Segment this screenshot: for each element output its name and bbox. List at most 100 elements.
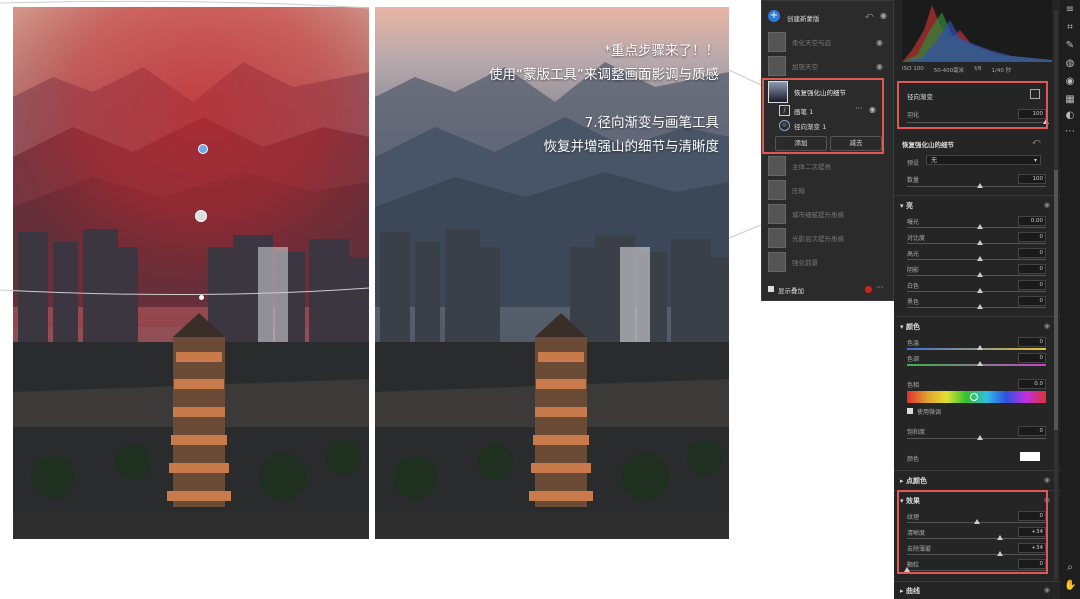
eye-icon[interactable]: ◉ [876, 62, 883, 71]
slider-knob [976, 256, 983, 261]
light-row-value[interactable]: 0 [1018, 280, 1046, 290]
eye-icon[interactable]: ◉ [876, 38, 883, 47]
temp-label: 色温 [907, 340, 920, 347]
effect-row-slider[interactable] [907, 535, 1046, 540]
redeye-icon[interactable]: ◉ [1064, 76, 1076, 88]
chevron-down-icon: ▾ [1033, 157, 1037, 164]
highlight-box-radial [897, 81, 1048, 129]
effect-row-value[interactable]: +34 [1018, 543, 1046, 553]
saturation-value[interactable]: 0 [1018, 426, 1046, 436]
mask-thumbnail [768, 32, 786, 52]
light-row-slider[interactable] [907, 256, 1046, 261]
light-row-value[interactable]: 0 [1018, 296, 1046, 306]
preset-label: 预设 [907, 160, 920, 167]
mask-item[interactable]: 压暗 [768, 179, 889, 201]
tint-value[interactable]: 0 [1018, 353, 1046, 363]
eye-icon: ◉ [1043, 586, 1050, 594]
highlight-box-active-mask [762, 78, 884, 154]
heal-icon[interactable]: ✎ [1064, 40, 1076, 52]
overlay-color-swatch[interactable] [865, 286, 872, 293]
temp-value[interactable]: 0 [1018, 337, 1046, 347]
effect-row-label: 去除薄雾 [907, 546, 932, 553]
amount-value[interactable]: 100 [1018, 174, 1046, 184]
temp-slider[interactable] [907, 345, 1046, 350]
effect-row-value[interactable]: +34 [1018, 527, 1046, 537]
effect-row-value[interactable]: 0 [1018, 559, 1046, 569]
eye-icon: ◉ [1043, 476, 1050, 484]
section-curve[interactable]: ▸ 曲线 ◉ [900, 586, 1050, 598]
color-swatch[interactable] [1020, 452, 1040, 461]
mask-item[interactable]: 强化前景 [768, 251, 889, 273]
section-color[interactable]: ▾ 颜色 ◉ [900, 322, 1050, 334]
visibility-eye-icon[interactable]: ◉ [880, 11, 887, 20]
histogram [902, 0, 1052, 62]
tint-slider[interactable] [907, 361, 1046, 366]
slider-knob [997, 535, 1004, 540]
light-row-value[interactable]: 0 [1018, 232, 1046, 242]
effect-row-slider[interactable] [907, 519, 1046, 524]
amount-slider[interactable] [907, 183, 1046, 188]
light-row-slider[interactable] [907, 240, 1046, 245]
slider-knob [976, 224, 983, 229]
mask-thumbnail [768, 156, 786, 176]
use-fine-checkbox[interactable] [907, 408, 913, 414]
hue-picker-handle[interactable] [969, 393, 978, 401]
hand-icon[interactable]: ✋ [1064, 580, 1076, 592]
light-row-label: 曝光 [907, 219, 920, 226]
mask-item[interactable]: 光影层次提升质感 [768, 227, 889, 249]
section-point-color[interactable]: ▸ 点颜色 ◉ [900, 476, 1050, 488]
hue-spectrum[interactable] [907, 391, 1046, 403]
use-fine-label: 使用微调 [917, 409, 942, 416]
light-row-label: 白色 [907, 283, 920, 290]
amount-label: 数量 [907, 177, 920, 184]
reset-icon[interactable]: ⤺ [1032, 137, 1041, 147]
mask-item[interactable]: 柔化天空与远 ◉ [768, 31, 889, 53]
slider-knob [976, 304, 983, 309]
hue-label: 色相 [907, 382, 920, 389]
saturation-slider[interactable] [907, 435, 1046, 440]
more-icon[interactable]: ⋯ [1064, 126, 1076, 138]
light-row-value[interactable]: 0 [1018, 264, 1046, 274]
reset-icon[interactable]: ⤺ [865, 11, 874, 21]
mask-item[interactable]: 主体二次提亮 [768, 155, 889, 177]
effect-row-slider[interactable] [907, 551, 1046, 556]
adjustment-panel: ISO 100 50-400毫米 f/8 1/40 秒 径向渐变 羽化 100 恢复强… [894, 0, 1060, 599]
tint-label: 色调 [907, 356, 920, 363]
show-overlay-checkbox[interactable] [768, 286, 774, 292]
mask-item[interactable]: 加强天空 ◉ [768, 55, 889, 77]
scrollbar-thumb[interactable] [1054, 170, 1058, 430]
mask-thumbnail [768, 252, 786, 272]
more-icon[interactable]: ··· [876, 283, 884, 292]
zoom-icon[interactable]: ⌕ [1064, 562, 1076, 574]
hue-value[interactable]: 0.0 [1018, 379, 1046, 389]
mask-item[interactable]: 城市细腻提升质感 [768, 203, 889, 225]
section-light[interactable]: ▾ 亮 ◉ [900, 201, 1050, 213]
effect-row-value[interactable]: 0 [1018, 511, 1046, 521]
exif-info: ISO 100 50-400毫米 f/8 1/40 秒 [902, 66, 1012, 74]
effect-row-label: 清晰度 [907, 530, 926, 537]
light-row-slider[interactable] [907, 288, 1046, 293]
mask-thumbnail [768, 56, 786, 76]
create-mask-label[interactable]: 创建新蒙版 [787, 13, 820, 23]
light-row-slider[interactable] [907, 224, 1046, 229]
scrollbar[interactable] [1054, 10, 1058, 580]
mask-thumbnail [768, 228, 786, 248]
light-row-value[interactable]: 0 [1018, 248, 1046, 258]
light-row-label: 阴影 [907, 267, 920, 274]
preset-dropdown[interactable]: 无 ▾ [926, 155, 1041, 165]
mask-thumbnail [768, 180, 786, 200]
add-mask-icon[interactable]: + [768, 10, 780, 22]
snapshot-icon[interactable]: ◐ [1064, 110, 1076, 122]
light-row-value[interactable]: 0.00 [1018, 216, 1046, 226]
slider-knob [976, 272, 983, 277]
slider-knob [973, 519, 980, 524]
edit-icon[interactable]: ≡ [1064, 4, 1076, 16]
presets-icon[interactable]: ▦ [1064, 94, 1076, 106]
effect-row-slider[interactable] [904, 567, 1046, 572]
eye-icon: ◉ [1043, 201, 1050, 209]
mask-icon[interactable]: ◍ [1064, 58, 1076, 70]
light-row-slider[interactable] [907, 272, 1046, 277]
light-row-slider[interactable] [907, 304, 1046, 309]
slider-knob [976, 240, 983, 245]
crop-icon[interactable]: ⌗ [1064, 22, 1076, 34]
